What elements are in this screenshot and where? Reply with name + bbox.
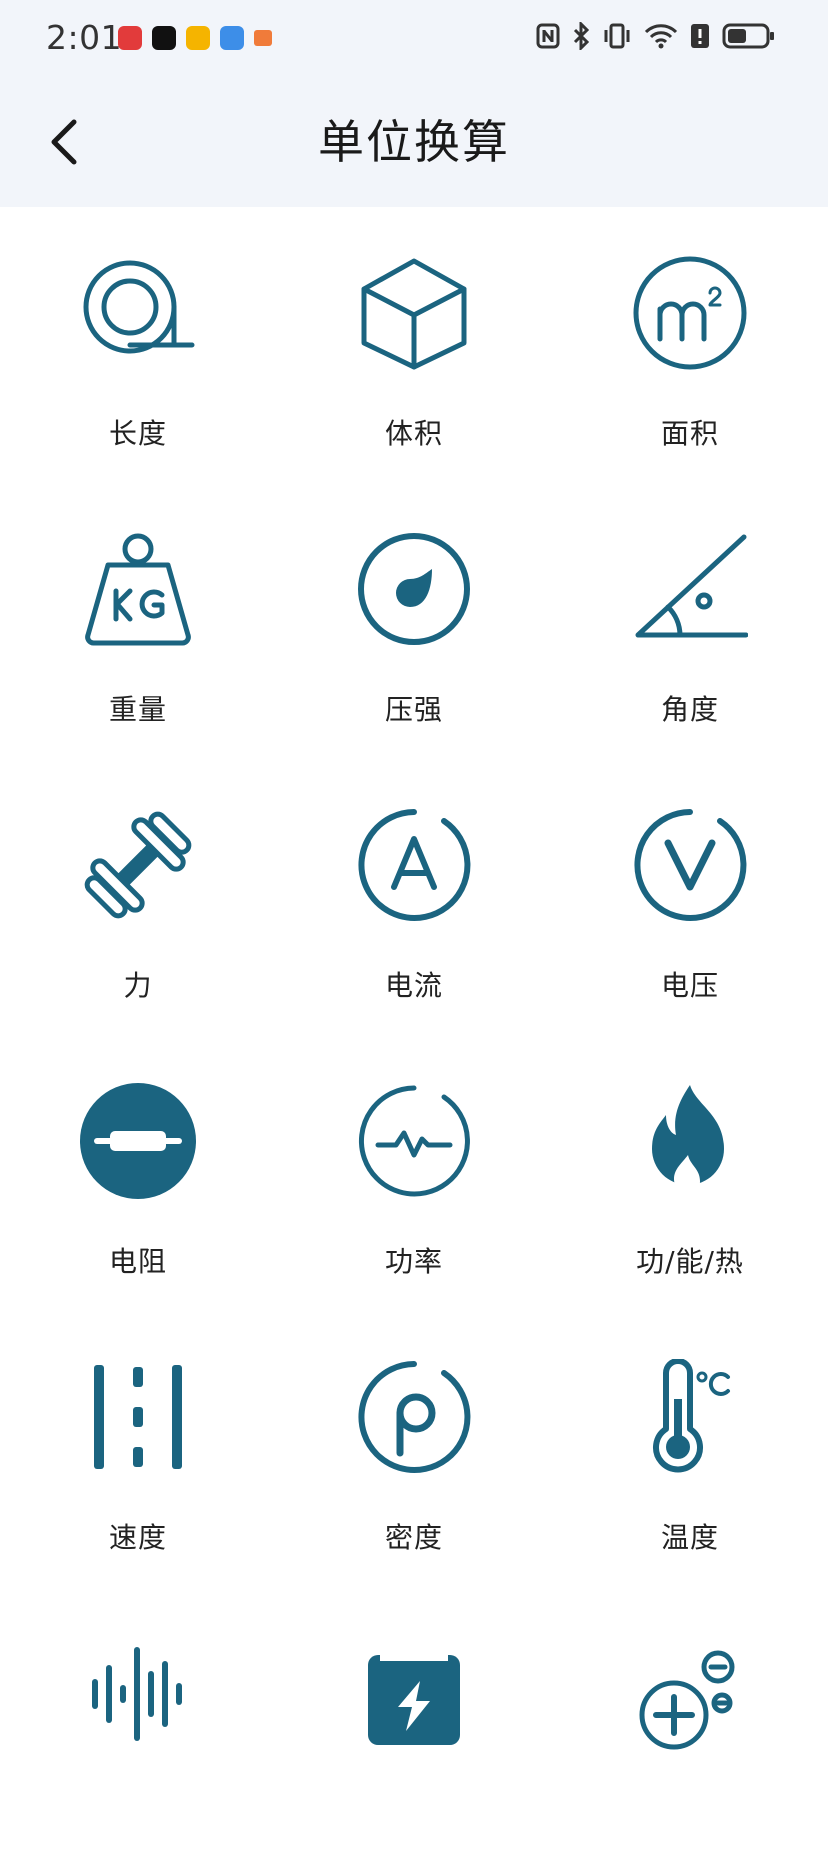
resistor-icon (80, 1083, 196, 1199)
converter-label: 速度 (108, 1521, 167, 1554)
pen-app-icon (152, 26, 176, 50)
converter-weight[interactable]: 重量 (0, 483, 276, 759)
converter-current[interactable]: 电流 (276, 759, 552, 1035)
converter-length[interactable]: 长度 (0, 207, 276, 483)
plus-minus-icon (639, 1650, 735, 1750)
battery-box-icon (368, 1655, 460, 1745)
converter-label: 角度 (660, 693, 719, 726)
power-wave-icon (358, 1085, 470, 1197)
converter-math[interactable] (552, 1587, 828, 1863)
converter-density[interactable]: 密度 (276, 1311, 552, 1587)
converter-force[interactable]: 力 (0, 759, 276, 1035)
weather-app-icon (220, 26, 244, 50)
pressure-gauge-icon (358, 533, 470, 645)
converter-speed[interactable]: 速度 (0, 1311, 276, 1587)
converter-voltage[interactable]: 电压 (552, 759, 828, 1035)
converter-label: 温度 (660, 1521, 719, 1554)
kg-weight-icon (85, 533, 191, 646)
converter-battery[interactable] (276, 1587, 552, 1863)
converter-label: 电阻 (108, 1245, 167, 1278)
converter-temperature[interactable]: 温度 (552, 1311, 828, 1587)
converter-label: 力 (123, 969, 153, 1002)
thermometer-icon (653, 1359, 730, 1473)
angle-icon (635, 534, 748, 638)
converter-label: 重量 (108, 693, 167, 726)
converter-power[interactable]: 功率 (276, 1035, 552, 1311)
reader-app-icon (254, 30, 272, 46)
converter-label: 电压 (660, 969, 719, 1002)
converter-label: 体积 (384, 417, 443, 450)
wifi-icon (644, 24, 678, 49)
top-bar: 2:01 单位换算 (0, 0, 828, 207)
status-bar: 2:01 (0, 0, 828, 80)
converter-label: 面积 (660, 417, 719, 450)
bluetooth-icon (573, 22, 590, 50)
nfc-icon (536, 23, 560, 49)
converter-area[interactable]: 面积 (552, 207, 828, 483)
converter-label: 功率 (384, 1245, 443, 1278)
alert-icon (691, 24, 709, 48)
weibo-app-icon (186, 26, 210, 50)
converter-sound[interactable] (0, 1587, 276, 1863)
ampere-icon (358, 809, 471, 921)
converter-label: 电流 (384, 969, 443, 1002)
converter-label: 功/能/热 (636, 1245, 744, 1278)
page-title: 单位换算 (318, 115, 510, 169)
system-icons (536, 22, 776, 50)
header: 单位换算 (0, 80, 828, 207)
converter-resistance[interactable]: 电阻 (0, 1035, 276, 1311)
converter-energy[interactable]: 功/能/热 (552, 1035, 828, 1311)
huawei-app-icon (118, 26, 142, 50)
converter-label: 长度 (108, 417, 167, 450)
notification-icons (118, 26, 272, 50)
volt-icon (634, 809, 747, 921)
converter-label: 密度 (384, 1521, 443, 1554)
converter-label: 压强 (384, 693, 443, 726)
converter-volume[interactable]: 体积 (276, 207, 552, 483)
square-meter-icon (633, 256, 747, 370)
status-time: 2:01 (46, 18, 123, 57)
vibrate-icon (604, 23, 630, 49)
converter-angle[interactable]: 角度 (552, 483, 828, 759)
cube-icon (361, 258, 467, 370)
speed-lanes-icon (94, 1365, 182, 1469)
converter-pressure[interactable]: 压强 (276, 483, 552, 759)
dumbbell-icon (84, 811, 192, 919)
battery-icon (722, 23, 774, 49)
density-rho-icon (358, 1361, 471, 1473)
flame-icon (652, 1085, 724, 1195)
tape-measure-icon (83, 260, 195, 354)
sound-wave-icon (92, 1647, 182, 1741)
